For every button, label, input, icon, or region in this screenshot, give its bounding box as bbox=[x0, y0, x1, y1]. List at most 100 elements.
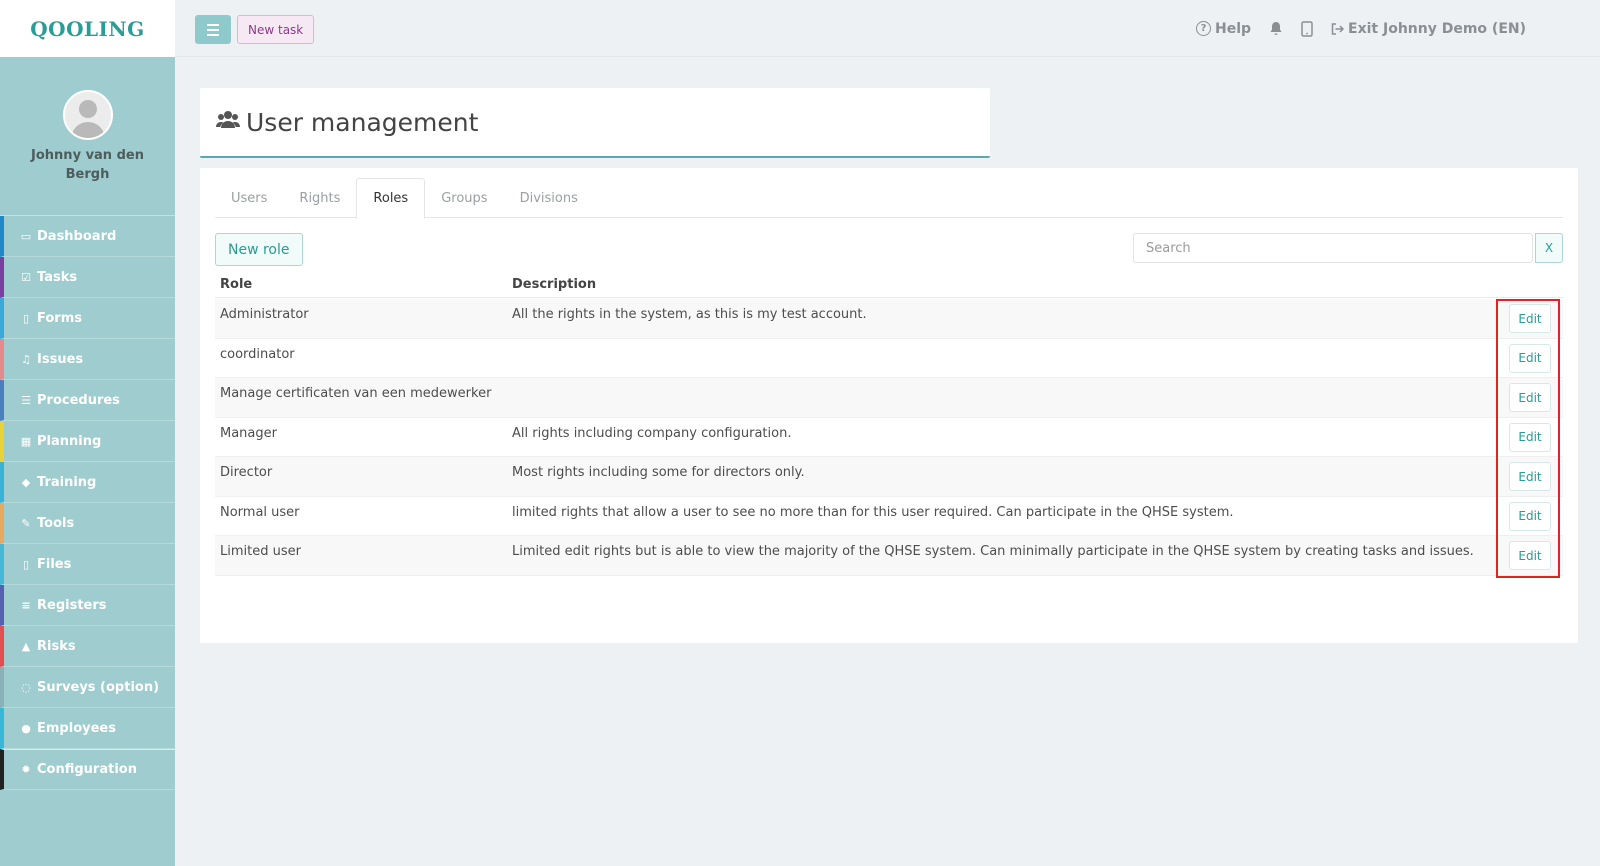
role-name: Normal user bbox=[220, 504, 300, 520]
graduation-cap-icon: ◆ bbox=[21, 475, 31, 489]
hamburger-icon bbox=[207, 23, 219, 26]
users-icon: ● bbox=[21, 721, 31, 735]
exit-link[interactable]: Exit Johnny Demo (EN) bbox=[1331, 21, 1526, 37]
edit-role-button[interactable]: Edit bbox=[1509, 304, 1551, 333]
gear-icon: ✹ bbox=[21, 763, 31, 776]
tablet-icon bbox=[1301, 20, 1313, 37]
edit-role-button[interactable]: Edit bbox=[1509, 501, 1551, 531]
user-profile: Johnny van den Bergh bbox=[0, 57, 175, 216]
topbar-actions: ? Help Exit Johnny Demo (EN) bbox=[1195, 0, 1526, 57]
sign-out-icon bbox=[1331, 22, 1345, 35]
role-name: Manage certificaten van een medewerker bbox=[220, 386, 492, 401]
avatar[interactable] bbox=[62, 90, 113, 140]
table-row: Manage certificaten van een medewerker Ed… bbox=[215, 378, 1563, 418]
role-name: coordinator bbox=[220, 346, 295, 362]
page-header: User management bbox=[200, 88, 990, 158]
sidebar-nav: ▭ Dashboard ☑ Tasks ▯ Forms ♫ Issues ☰ Procedures… bbox=[0, 216, 175, 790]
bell-icon bbox=[1270, 22, 1282, 35]
column-header-description: Description bbox=[512, 277, 597, 292]
tab-roles[interactable]: Roles bbox=[356, 178, 426, 219]
column-header-role: Role bbox=[220, 277, 253, 292]
tab-divisions[interactable]: Divisions bbox=[504, 178, 594, 218]
document-icon: ▯ bbox=[22, 557, 30, 571]
roles-table: Administrator All the rights in the syste… bbox=[215, 299, 1563, 576]
table-row: coordinator Edit bbox=[215, 339, 1563, 378]
new-task-button[interactable]: New task bbox=[237, 15, 315, 44]
brand-logo[interactable]: QOOLING bbox=[0, 0, 175, 57]
role-name: Administrator bbox=[220, 307, 309, 322]
file-icon: ▯ bbox=[22, 311, 30, 325]
sidebar-item-surveys-option[interactable]: ◌ Surveys (option) bbox=[0, 667, 175, 708]
logo-text: QOOLING bbox=[30, 16, 145, 41]
sidebar-item-files[interactable]: ▯ Files bbox=[0, 544, 175, 585]
edit-role-button[interactable]: Edit bbox=[1509, 541, 1551, 570]
sidebar-item-label: Forms bbox=[37, 310, 82, 326]
profile-name: Johnny van den Bergh bbox=[31, 148, 144, 182]
sidebar-item-label: Tasks bbox=[37, 269, 78, 285]
tab-groups[interactable]: Groups bbox=[425, 178, 503, 218]
sidebar-item-tasks[interactable]: ☑ Tasks bbox=[0, 257, 175, 298]
table-header: Role Description bbox=[215, 271, 1563, 298]
calendar-icon: ▦ bbox=[20, 434, 32, 448]
sidebar-item-label: Procedures bbox=[37, 392, 120, 408]
sidebar-item-forms[interactable]: ▯ Forms bbox=[0, 298, 175, 339]
table-row: Normal user limited rights that allow a u… bbox=[215, 497, 1563, 536]
question-circle-icon: ? bbox=[1195, 21, 1211, 36]
edit-role-button[interactable]: Edit bbox=[1509, 383, 1551, 412]
bell-icon: ♫ bbox=[21, 352, 31, 366]
edit-role-button[interactable]: Edit bbox=[1509, 343, 1551, 373]
notifications-button[interactable] bbox=[1269, 21, 1283, 36]
device-button[interactable] bbox=[1301, 20, 1313, 37]
warning-icon: ▲ bbox=[21, 639, 31, 653]
sidebar-item-registers[interactable]: ≡ Registers bbox=[0, 585, 175, 626]
role-description: All rights including company configurati… bbox=[512, 425, 792, 441]
table-row: Administrator All the rights in the syste… bbox=[215, 299, 1563, 339]
sidebar: QOOLING Johnny van den Bergh ▭ Dashboard ☑… bbox=[0, 0, 175, 866]
sidebar-item-label: Dashboard bbox=[37, 228, 117, 244]
edit-role-button[interactable]: Edit bbox=[1509, 462, 1551, 491]
sidebar-item-label: Issues bbox=[37, 351, 84, 367]
sidebar-item-dashboard[interactable]: ▭ Dashboard bbox=[0, 216, 175, 257]
sidebar-item-label: Registers bbox=[37, 597, 107, 613]
tab-users[interactable]: Users bbox=[215, 178, 283, 218]
help-link[interactable]: ? Help bbox=[1195, 20, 1252, 37]
sidebar-item-employees[interactable]: ● Employees bbox=[0, 708, 175, 749]
hamburger-menu-button[interactable] bbox=[195, 15, 231, 44]
role-name: Limited user bbox=[220, 544, 301, 559]
bars-icon: ≡ bbox=[21, 598, 31, 612]
new-role-button[interactable]: New role bbox=[215, 233, 303, 266]
sidebar-item-configuration[interactable]: ✹ Configuration bbox=[0, 749, 175, 790]
sidebar-item-label: Configuration bbox=[37, 762, 137, 777]
clear-search-button[interactable]: X bbox=[1535, 233, 1563, 263]
sidebar-item-training[interactable]: ◆ Training bbox=[0, 462, 175, 503]
tab-rights[interactable]: Rights bbox=[283, 178, 356, 218]
users-icon bbox=[216, 110, 240, 135]
sidebar-item-issues[interactable]: ♫ Issues bbox=[0, 339, 175, 380]
sidebar-item-risks[interactable]: ▲ Risks bbox=[0, 626, 175, 667]
search-input[interactable] bbox=[1133, 233, 1533, 263]
wrench-icon: ✎ bbox=[21, 516, 31, 530]
sidebar-item-label: Training bbox=[37, 474, 97, 490]
edit-role-button[interactable]: Edit bbox=[1509, 422, 1551, 452]
sidebar-item-label: Risks bbox=[37, 638, 76, 654]
page-title: User management bbox=[246, 107, 479, 137]
role-description: Most rights including some for directors… bbox=[512, 465, 805, 480]
monitor-icon: ▭ bbox=[20, 229, 32, 243]
check-square-icon: ☑ bbox=[21, 270, 31, 284]
sidebar-item-label: Tools bbox=[37, 515, 75, 531]
list-icon: ☰ bbox=[21, 393, 31, 407]
exit-label: Exit Johnny Demo (EN) bbox=[1348, 20, 1526, 37]
topbar: New task ? Help Exit Johnny Demo (EN) bbox=[175, 0, 1600, 57]
table-row: Limited user Limited edit rights but is a… bbox=[215, 536, 1563, 576]
role-name: Manager bbox=[220, 425, 277, 441]
role-description: limited rights that allow a user to see … bbox=[512, 504, 1234, 520]
role-name: Director bbox=[220, 465, 273, 480]
sidebar-item-planning[interactable]: ▦ Planning bbox=[0, 421, 175, 462]
chat-icon: ◌ bbox=[21, 680, 31, 694]
sidebar-item-label: Employees bbox=[37, 720, 116, 736]
sidebar-item-tools[interactable]: ✎ Tools bbox=[0, 503, 175, 544]
sidebar-item-procedures[interactable]: ☰ Procedures bbox=[0, 380, 175, 421]
table-row: Director Most rights including some for d… bbox=[215, 457, 1563, 497]
role-description: All the rights in the system, as this is… bbox=[512, 307, 867, 322]
help-label: Help bbox=[1214, 20, 1252, 37]
